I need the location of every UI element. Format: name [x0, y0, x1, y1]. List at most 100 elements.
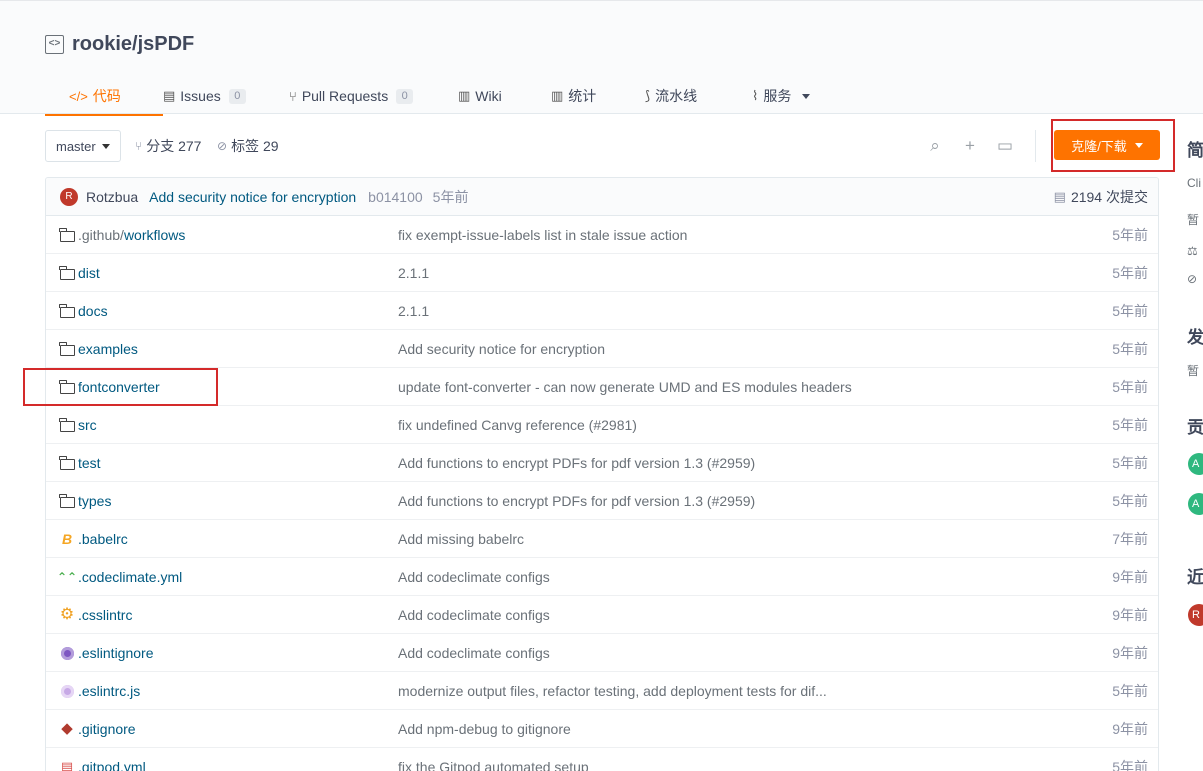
file-commit-message[interactable]: Add functions to encrypt PDFs for pdf ve…: [398, 482, 755, 520]
repo-title: <> rookie/jsPDF: [45, 33, 194, 56]
tab-wiki[interactable]: ▥ Wiki: [458, 77, 551, 115]
commit-count-link[interactable]: ▤ 2194 次提交: [1054, 178, 1148, 216]
file-commit-time: 5年前: [1112, 265, 1148, 281]
avatar[interactable]: R: [60, 187, 78, 206]
recent-heading: 近: [1187, 568, 1203, 587]
file-row: dist 2.1.1 5年前: [46, 254, 1158, 292]
release-none: 暂: [1187, 364, 1200, 378]
file-list: R Rotzbua Add security notice for encryp…: [45, 177, 1159, 771]
file-icon-wrap: [58, 492, 76, 510]
add-file-icon[interactable]: +: [960, 136, 980, 156]
folder-icon: [59, 303, 75, 318]
file-icon-wrap: [58, 454, 76, 472]
commit-sha[interactable]: b014100: [368, 189, 423, 205]
file-icon-wrap: ◆: [58, 720, 76, 738]
file-icon-wrap: [58, 416, 76, 434]
file-name-link[interactable]: .gitignore: [78, 710, 136, 748]
tab-issues[interactable]: ▤ Issues 0: [163, 77, 289, 115]
branch-selector[interactable]: master: [45, 130, 121, 162]
file-name-link[interactable]: types: [78, 482, 111, 520]
branch-icon: ⑂: [135, 139, 143, 153]
avatar[interactable]: A: [1188, 493, 1203, 515]
file-icon-wrap: ⚙: [58, 606, 76, 624]
file-commit-time: 9年前: [1112, 607, 1148, 623]
file-name-link[interactable]: .babelrc: [78, 520, 128, 558]
file-name-link[interactable]: .csslintrc: [78, 596, 132, 634]
tag-icon: ⊘: [217, 139, 228, 153]
commit-message-link[interactable]: Add security notice for encryption: [149, 189, 356, 205]
file-commit-message[interactable]: fix exempt-issue-labels list in stale is…: [398, 216, 687, 254]
folder-icon: [59, 455, 75, 470]
tab-label: 流水线: [655, 88, 698, 104]
file-row: ▤ .gitpod.yml fix the Gitpod automated set…: [46, 748, 1158, 771]
file-commit-message[interactable]: Add missing babelrc: [398, 520, 524, 558]
file-commit-message[interactable]: Add npm-debug to gitignore: [398, 710, 571, 748]
tab-代码[interactable]: </> 代码: [45, 77, 163, 116]
file-row: test Add functions to encrypt PDFs for pd…: [46, 444, 1158, 482]
file-row: src fix undefined Canvg reference (#2981)…: [46, 406, 1158, 444]
file-icon-wrap: [58, 264, 76, 282]
file-commit-time: 5年前: [1112, 417, 1148, 433]
search-icon[interactable]: ⌕: [925, 136, 945, 156]
file-commit-time: 5年前: [1112, 227, 1148, 243]
file-commit-message[interactable]: Add codeclimate configs: [398, 558, 550, 596]
tab-服务[interactable]: ⌇ 服务: [752, 77, 862, 115]
file-commit-message[interactable]: Add functions to encrypt PDFs for pdf ve…: [398, 444, 755, 482]
babel-icon: B: [61, 531, 73, 547]
file-name-link[interactable]: .eslintrc.js: [78, 672, 140, 710]
file-name-link[interactable]: src: [78, 406, 97, 444]
file-name-link[interactable]: examples: [78, 330, 138, 368]
file-commit-message[interactable]: 2.1.1: [398, 254, 429, 292]
repo-toolbar: master ⑂ 分支 277 ⊘ 标签 29 ⌕ + ▭ 克隆/下载: [45, 130, 1165, 162]
file-commit-time: 7年前: [1112, 531, 1148, 547]
tab-流水线[interactable]: ⟆ 流水线: [645, 77, 752, 115]
tab-统计[interactable]: ▥ 统计: [551, 77, 645, 115]
file-name-link[interactable]: dist: [78, 254, 100, 292]
file-name-link[interactable]: docs: [78, 292, 108, 330]
file-commit-message[interactable]: fix undefined Canvg reference (#2981): [398, 406, 637, 444]
tab-label: 统计: [568, 88, 597, 104]
file-commit-message[interactable]: Add codeclimate configs: [398, 596, 550, 634]
file-icon-wrap: [58, 226, 76, 244]
file-commit-message[interactable]: modernize output files, refactor testing…: [398, 672, 827, 710]
file-row: types Add functions to encrypt PDFs for p…: [46, 482, 1158, 520]
highlight-box-clone: [1051, 119, 1175, 172]
tab-pull-requests[interactable]: ⑂ Pull Requests 0: [289, 77, 458, 115]
branches-label: 分支 277: [146, 138, 202, 154]
stats-icon: ▥: [551, 88, 564, 103]
file-commit-message[interactable]: Add security notice for encryption: [398, 330, 605, 368]
file-name-link[interactable]: .codeclimate.yml: [78, 558, 182, 596]
folder-icon: [59, 227, 75, 242]
tab-label: 服务: [763, 88, 792, 104]
codeclimate-icon: ⌃⌃: [56, 570, 78, 584]
file-name-link[interactable]: .gitpod.yml: [78, 748, 146, 771]
web-ide-icon[interactable]: ▭: [995, 136, 1015, 156]
file-icon-wrap: ▤: [58, 758, 76, 771]
tab-label: Issues: [180, 88, 221, 104]
repo-name-link[interactable]: rookie/jsPDF: [72, 33, 194, 56]
file-name-link[interactable]: test: [78, 444, 101, 482]
commit-count-label: 2194 次提交: [1070, 189, 1148, 205]
file-commit-message[interactable]: 2.1.1: [398, 292, 429, 330]
file-row: docs 2.1.1 5年前: [46, 292, 1158, 330]
file-commit-message[interactable]: update font-converter - can now generate…: [398, 368, 852, 406]
file-commit-message[interactable]: fix the Gitpod automated setup: [398, 748, 589, 771]
chevron-down-icon: [101, 143, 110, 149]
file-name-link[interactable]: .eslintignore: [78, 634, 154, 672]
file-commit-time: 5年前: [1112, 303, 1148, 319]
file-name-link[interactable]: .github/workflows: [78, 216, 185, 254]
git-icon: ◆: [61, 720, 73, 737]
avatar[interactable]: A: [1188, 453, 1203, 475]
file-commit-time: 5年前: [1112, 759, 1148, 771]
branches-link[interactable]: ⑂ 分支 277: [135, 130, 201, 162]
file-commit-message[interactable]: Add codeclimate configs: [398, 634, 550, 672]
eslint-icon: [60, 646, 74, 660]
release-heading: 发: [1187, 328, 1203, 347]
tags-link[interactable]: ⊘ 标签 29: [217, 130, 279, 162]
highlight-box-fontconverter: [23, 368, 218, 406]
avatar[interactable]: R: [1188, 604, 1203, 626]
database-icon: ▤: [60, 759, 74, 771]
count-badge: 0: [396, 88, 414, 104]
license-icon: ⚖: [1187, 244, 1198, 258]
commit-author[interactable]: Rotzbua: [86, 189, 138, 205]
